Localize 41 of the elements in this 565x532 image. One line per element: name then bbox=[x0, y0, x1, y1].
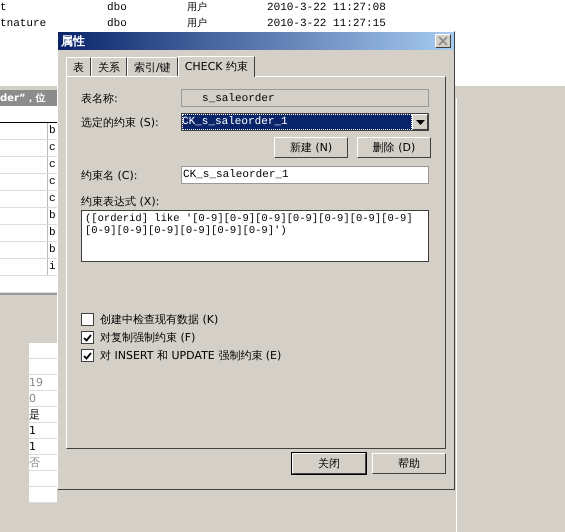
field-label: 约束名 (C): bbox=[81, 168, 138, 182]
dropdown-button[interactable] bbox=[412, 114, 428, 130]
checkbox-label: 对复制强制约束 (F) bbox=[100, 330, 196, 345]
owner-text: dbo bbox=[107, 17, 128, 31]
expression-field[interactable]: ([orderid] like '[0-9][0-9][0-9][0-9][0-9][0-9][0-9][0-9][0-9][0-9][0-9][0-9][0-9]') bbox=[81, 210, 429, 262]
checkbox[interactable] bbox=[81, 331, 94, 344]
checkbox-label: 对 INSERT 和 UPDATE 强制约束 (E) bbox=[100, 348, 282, 363]
window-title: 属性 bbox=[61, 32, 85, 50]
constraint-dropdown[interactable]: CK_s_saleorder_1 bbox=[181, 113, 429, 131]
date-text: 2010-3-22 11:27:15 bbox=[267, 17, 386, 31]
checkbox[interactable] bbox=[81, 313, 94, 326]
header-text: der”，位 bbox=[0, 92, 46, 105]
date-text: 2010-3-22 11:27:08 bbox=[267, 1, 386, 15]
dialog-button[interactable]: 新建 (N) bbox=[274, 137, 348, 158]
dialog-button[interactable]: 关闭 bbox=[292, 453, 366, 474]
property-value: 0 bbox=[29, 391, 57, 407]
object-name: t bbox=[0, 1, 8, 15]
dialog-button[interactable]: 帮助 bbox=[372, 453, 446, 474]
property-value: 1 bbox=[29, 423, 57, 439]
type-text: 用户 bbox=[187, 17, 208, 31]
checkbox[interactable] bbox=[81, 349, 94, 362]
property-value: 19 bbox=[29, 375, 57, 391]
tab[interactable]: 表 bbox=[66, 57, 91, 76]
field-label: 约束表达式 (X): bbox=[81, 194, 160, 210]
owner-text: dbo bbox=[107, 1, 128, 15]
constraint-name-field[interactable]: CK_s_saleorder_1 bbox=[181, 166, 429, 184]
table-name-field: s_saleorder bbox=[181, 89, 429, 107]
field-label: 表名称: bbox=[81, 90, 119, 106]
property-value: 否 bbox=[29, 455, 57, 471]
field-label: 选定的约束 (S): bbox=[81, 114, 160, 130]
tab[interactable]: 关系 bbox=[91, 57, 127, 76]
property-value: 是 bbox=[29, 407, 57, 423]
close-icon bbox=[437, 36, 449, 46]
type-text: 用户 bbox=[187, 1, 208, 15]
dialog-button[interactable]: 删除 (D) bbox=[357, 137, 431, 158]
caret-icon bbox=[416, 120, 424, 124]
property-value: 1 bbox=[29, 439, 57, 455]
close-button[interactable] bbox=[435, 34, 451, 48]
tab[interactable]: CHECK 约束 bbox=[178, 56, 256, 77]
checkbox-label: 创建中检查现有数据 (K) bbox=[100, 312, 218, 327]
object-name: tnature bbox=[0, 17, 48, 31]
